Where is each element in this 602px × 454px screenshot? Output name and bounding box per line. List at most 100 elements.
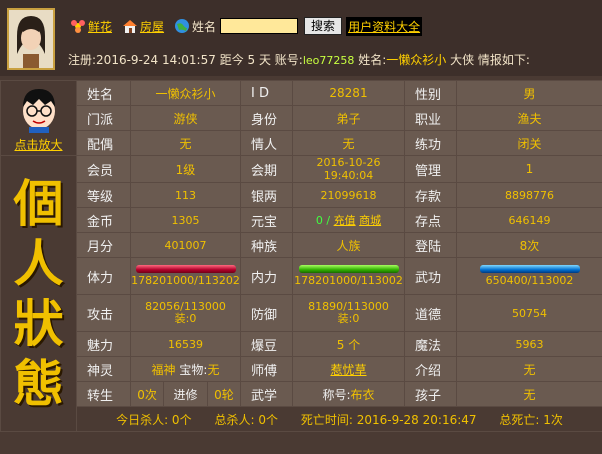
value-logins: 8次 bbox=[456, 232, 602, 258]
deity-value: 福神 bbox=[151, 362, 176, 377]
defense-equip: 装:0 bbox=[337, 312, 360, 325]
value-martial: 650400/113002 bbox=[456, 257, 602, 295]
study-rounds: 0轮 bbox=[214, 387, 234, 402]
label-lover: 情人 bbox=[240, 130, 293, 156]
value-yuanbao: 0 / 充值 商城 bbox=[292, 207, 405, 233]
register-info: 注册:2016-9-24 14:01:57 距今 5 天 账号:leo77258… bbox=[68, 51, 530, 68]
total-kills: 总杀人: 0个 bbox=[214, 412, 278, 427]
label-gold: 金币 bbox=[76, 207, 131, 233]
shop-link[interactable]: 商城 bbox=[359, 214, 381, 227]
treasure-label: 宝物: bbox=[179, 362, 208, 377]
register-time: 注册:2016-9-24 14:01:57 bbox=[68, 53, 216, 67]
rebirth-subtable: 0次 进修 0轮 bbox=[131, 382, 240, 406]
value-member: 1级 bbox=[130, 155, 241, 183]
title-value: 布衣 bbox=[350, 387, 375, 402]
value-deposit: 8898776 bbox=[456, 182, 602, 208]
martial-bar bbox=[479, 265, 580, 273]
yuanbao-count: 0 bbox=[315, 214, 323, 227]
yuanbao-sep: / bbox=[326, 214, 331, 227]
label-race: 种族 bbox=[240, 232, 293, 258]
personal-status-title: 個 人 狀 態 bbox=[1, 174, 76, 414]
label-magic: 魔法 bbox=[404, 331, 457, 357]
cartoon-avatar[interactable] bbox=[1, 85, 76, 136]
value-gold: 1305 bbox=[130, 207, 241, 233]
recharge-link[interactable]: 充值 bbox=[334, 214, 356, 227]
flower-link[interactable]: 鲜花 bbox=[88, 18, 112, 35]
search-button[interactable]: 搜索 bbox=[304, 17, 343, 35]
label-member: 会员 bbox=[76, 155, 131, 183]
label-training: 练功 bbox=[404, 130, 457, 156]
treasure-value: 无 bbox=[207, 362, 220, 377]
all-user-info-link[interactable]: 用户资料大全 bbox=[346, 16, 423, 36]
title-char: 人 bbox=[13, 233, 64, 293]
status-table: 点击放大 姓名 一懒众衫小 I D 28281 性别 男 门派 游侠 身份 弟子… bbox=[0, 80, 602, 432]
label-martial: 武功 bbox=[404, 257, 457, 295]
master-link[interactable]: 惹忧草 bbox=[330, 363, 366, 377]
label-gender: 性别 bbox=[404, 80, 457, 106]
value-training: 闭关 bbox=[456, 130, 602, 156]
label-morality: 道德 bbox=[404, 294, 457, 332]
label-spouse: 配偶 bbox=[76, 130, 131, 156]
mp-text: 178201000/113002 bbox=[294, 274, 403, 287]
label-defense: 防御 bbox=[240, 294, 293, 332]
value-morality: 50754 bbox=[456, 294, 602, 332]
days-since: 距今 5 天 bbox=[219, 53, 271, 67]
label-logins: 登陆 bbox=[404, 232, 457, 258]
name-prefix: 姓名: bbox=[358, 53, 387, 67]
click-enlarge-link[interactable]: 点击放大 bbox=[1, 136, 76, 153]
hp-bar bbox=[135, 265, 236, 273]
value-admin: 1 bbox=[456, 155, 602, 183]
value-master: 惹忧草 bbox=[292, 356, 405, 382]
title-char: 態 bbox=[13, 353, 64, 413]
value-title: 称号:布衣 bbox=[292, 381, 405, 407]
value-identity: 弟子 bbox=[292, 105, 405, 131]
header: 鲜花 房屋 姓名 搜索 用户资料大全 注册:2016-9-24 14:01:57… bbox=[0, 0, 602, 76]
mp-bar bbox=[298, 265, 399, 273]
globe-icon bbox=[174, 18, 190, 34]
account-label: 账号: bbox=[274, 53, 303, 67]
label-yuanbao: 元宝 bbox=[240, 207, 293, 233]
value-silver: 21099618 bbox=[292, 182, 405, 208]
value-member-period: 2016-10-26 19:40:04 bbox=[292, 155, 405, 183]
user-avatar[interactable] bbox=[7, 8, 55, 70]
value-name: 一懒众衫小 bbox=[130, 80, 241, 106]
label-id: I D bbox=[240, 80, 293, 106]
label-name: 姓名 bbox=[76, 80, 131, 106]
value-gender: 男 bbox=[456, 80, 602, 106]
value-intro: 无 bbox=[456, 356, 602, 382]
label-job: 职业 bbox=[404, 105, 457, 131]
label-identity: 身份 bbox=[240, 105, 293, 131]
label-children: 孩子 bbox=[404, 381, 457, 407]
name-search-input[interactable] bbox=[220, 18, 299, 34]
label-master: 师傅 bbox=[240, 356, 293, 382]
house-icon bbox=[122, 18, 138, 34]
value-attack: 82056/113000 装:0 bbox=[130, 294, 241, 332]
status-panel: 点击放大 姓名 一懒众衫小 I D 28281 性别 男 门派 游侠 身份 弟子… bbox=[0, 80, 602, 432]
attack-equip: 装:0 bbox=[174, 312, 197, 325]
kill-stats-row: 今日杀人: 0个 总杀人: 0个 死亡时间: 2016-9-28 20:16:4… bbox=[76, 406, 602, 432]
house-link[interactable]: 房屋 bbox=[140, 18, 164, 35]
value-children: 无 bbox=[456, 381, 602, 407]
label-hp: 体力 bbox=[76, 257, 131, 295]
label-deposit: 存款 bbox=[404, 182, 457, 208]
value-month: 401007 bbox=[130, 232, 241, 258]
label-charm: 魅力 bbox=[76, 331, 131, 357]
value-beans: 5 个 bbox=[292, 331, 405, 357]
martial-text: 650400/113002 bbox=[485, 274, 574, 287]
value-spouse: 无 bbox=[130, 130, 241, 156]
value-job: 渔夫 bbox=[456, 105, 602, 131]
label-mp: 内力 bbox=[240, 257, 293, 295]
death-time: 死亡时间: 2016-9-28 20:16:47 bbox=[300, 412, 477, 427]
title-char: 狀 bbox=[13, 293, 64, 353]
value-defense: 81890/113000 装:0 bbox=[292, 294, 405, 332]
label-member-period: 会期 bbox=[240, 155, 293, 183]
label-sect: 门派 bbox=[76, 105, 131, 131]
value-level: 113 bbox=[130, 182, 241, 208]
label-deity: 神灵 bbox=[76, 356, 131, 382]
label-level: 等级 bbox=[76, 182, 131, 208]
name-value: 一懒众衫小 bbox=[386, 53, 447, 67]
value-mp: 178201000/113002 bbox=[292, 257, 405, 295]
label-intro: 介绍 bbox=[404, 356, 457, 382]
value-id: 28281 bbox=[292, 80, 405, 106]
label-martial-study: 武学 bbox=[240, 381, 293, 407]
